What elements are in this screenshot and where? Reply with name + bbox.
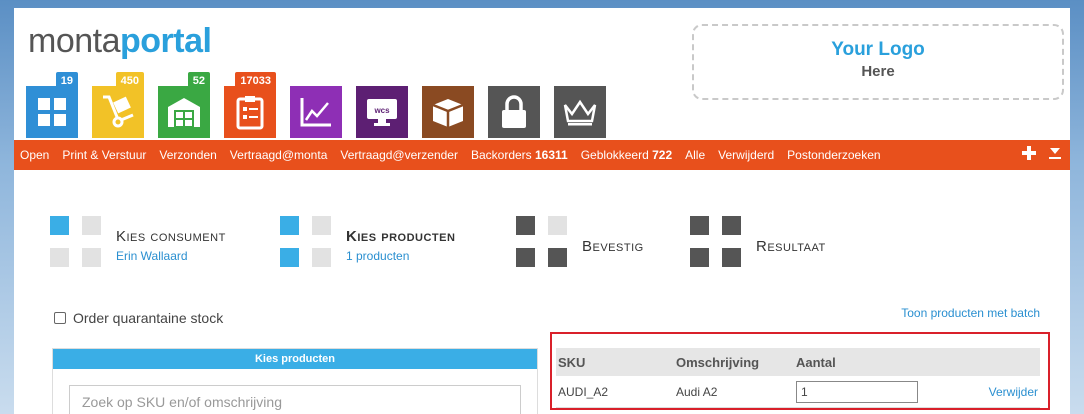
- step-indicator: [50, 216, 104, 270]
- product-search-input[interactable]: Zoek op SKU en/of omschrijving: [69, 385, 521, 414]
- crown-icon: [563, 99, 597, 126]
- col-sku: SKU: [558, 354, 586, 370]
- nav-verwijderd[interactable]: Verwijderd: [718, 148, 774, 162]
- nav-backorders-label: Backorders: [470, 148, 535, 162]
- tiles-icon: [38, 98, 66, 126]
- step-title: Resultaat: [756, 238, 826, 255]
- wcs-label: wcs: [373, 106, 390, 115]
- nav-vertraagd-monta[interactable]: Vertraagd@monta: [230, 148, 328, 162]
- line-chart-icon: [300, 98, 331, 127]
- selected-products-table: SKU Omschrijving Aantal AUDI_A2 Audi A2 …: [556, 348, 1040, 408]
- plus-icon[interactable]: [1022, 146, 1036, 160]
- nav-postonderzoeken[interactable]: Postonderzoeken: [787, 148, 880, 162]
- row-sku: AUDI_A2: [558, 384, 609, 399]
- nav-actions: [1022, 146, 1062, 160]
- kies-producten-panel: Kies producten Zoek op SKU en/of omschri…: [52, 348, 538, 414]
- warehouse-icon: [168, 98, 200, 127]
- nav-geblokkeerd-label: Geblokkeerd: [580, 148, 653, 162]
- app-clipboard[interactable]: 17033: [224, 72, 276, 138]
- download-icon[interactable]: [1048, 146, 1062, 160]
- clipboard-icon: [236, 96, 264, 130]
- app-badge: 52: [187, 72, 210, 90]
- app-box[interactable]: [422, 86, 474, 138]
- nav-backorders[interactable]: Backorders 16311: [471, 148, 568, 162]
- row-omschrijving: Audi A2: [676, 384, 718, 399]
- col-omschrijving: Omschrijving: [676, 354, 760, 370]
- step-indicator: [516, 216, 570, 270]
- nav-print-verstuur[interactable]: Print & Verstuur: [62, 148, 146, 162]
- step-title: Kies producten: [346, 228, 456, 245]
- lock-icon: [502, 95, 526, 128]
- nav-geblokkeerd[interactable]: Geblokkeerd 722: [581, 148, 672, 162]
- page: montaportal Your Logo Here 19 450 52 170…: [14, 8, 1070, 414]
- col-aantal: Aantal: [796, 354, 836, 370]
- box-icon: [432, 99, 464, 127]
- nav-alle[interactable]: Alle: [685, 148, 705, 162]
- app-lock[interactable]: [488, 86, 540, 138]
- app-badge: 17033: [235, 72, 276, 90]
- step-title: Bevestig: [582, 238, 644, 255]
- quarantine-checkbox[interactable]: [54, 312, 66, 324]
- step-subtitle[interactable]: 1 producten: [346, 249, 409, 263]
- kies-producten-header: Kies producten: [53, 349, 537, 369]
- app-warehouse[interactable]: 52: [158, 72, 210, 138]
- table-header: SKU Omschrijving Aantal: [556, 348, 1040, 376]
- app-hand-truck[interactable]: 450: [92, 72, 144, 138]
- nav-geblokkeerd-count: 722: [652, 148, 673, 162]
- nav-backorders-count: 16311: [535, 148, 568, 162]
- app-badge: 450: [115, 72, 144, 90]
- table-row: AUDI_A2 Audi A2 1 Verwijder: [556, 376, 1040, 408]
- montaportal-logo[interactable]: montaportal: [28, 22, 212, 61]
- app-wcs[interactable]: wcs: [356, 86, 408, 138]
- step-indicator: [690, 216, 744, 270]
- remove-product-link[interactable]: Verwijder: [989, 385, 1038, 399]
- app-crown[interactable]: [554, 86, 606, 138]
- nav-verzonden[interactable]: Verzonden: [159, 148, 216, 162]
- step-title: Kies consument: [116, 228, 226, 245]
- wcs-monitor-icon: wcs: [367, 99, 397, 126]
- nav-vertraagd-verzender[interactable]: Vertraagd@verzender: [340, 148, 458, 162]
- toon-producten-batch-link[interactable]: Toon producten met batch: [901, 306, 1040, 320]
- app-badge: 19: [55, 72, 78, 90]
- your-logo-placeholder: Your Logo Here: [692, 24, 1064, 100]
- step-subtitle[interactable]: Erin Wallaard: [116, 249, 188, 263]
- your-logo-line2: Here: [861, 63, 895, 80]
- app-analytics[interactable]: [290, 86, 342, 138]
- nav-open[interactable]: Open: [20, 148, 49, 162]
- quarantine-label: Order quarantaine stock: [73, 310, 224, 326]
- order-status-navbar: Open Print & Verstuur Verzonden Vertraag…: [14, 140, 1070, 170]
- hand-truck-icon: [103, 95, 134, 128]
- quantity-input[interactable]: 1: [796, 380, 918, 403]
- quarantine-checkbox-row[interactable]: Order quarantaine stock: [54, 310, 223, 326]
- app-tiles[interactable]: 19: [26, 72, 78, 138]
- step-indicator: [280, 216, 334, 270]
- selected-products-highlight: SKU Omschrijving Aantal AUDI_A2 Audi A2 …: [550, 332, 1050, 410]
- your-logo-line1: Your Logo: [831, 39, 925, 60]
